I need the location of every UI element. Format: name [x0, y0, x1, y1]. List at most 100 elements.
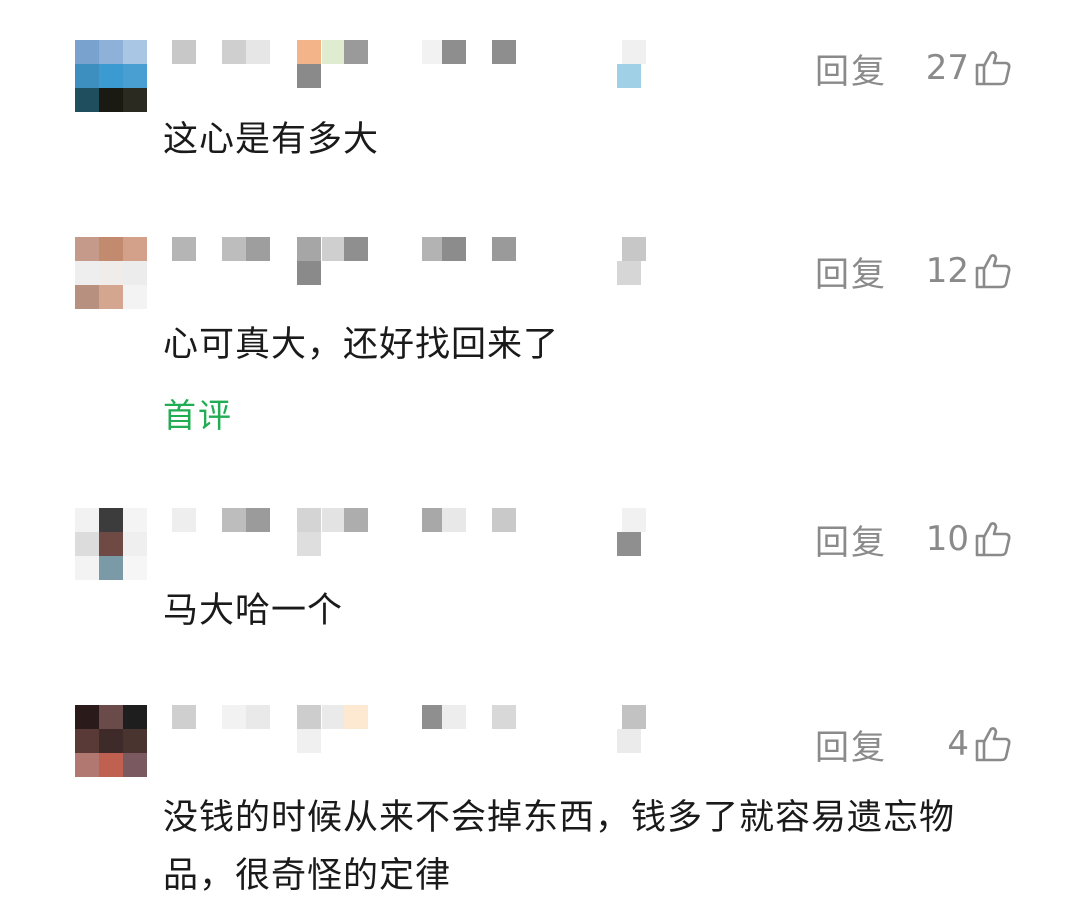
username-pixel — [622, 705, 646, 729]
thumbs-up-icon[interactable] — [973, 251, 1013, 291]
username-pixel — [617, 532, 641, 556]
avatar-pixel — [123, 261, 147, 285]
like-count: 10 — [925, 519, 969, 559]
username-pixel — [322, 508, 346, 532]
avatar-pixel — [123, 64, 147, 88]
username-pixel — [492, 40, 516, 64]
username-pixel — [297, 237, 321, 261]
comment-actions: 回复 27 — [815, 44, 1030, 92]
avatar[interactable] — [75, 705, 147, 777]
username-pixel — [322, 237, 346, 261]
thumbs-up-icon[interactable] — [973, 519, 1013, 559]
username-pixel — [297, 508, 321, 532]
avatar-pixel — [99, 508, 123, 532]
username-blurred[interactable] — [172, 40, 692, 100]
username-pixel — [617, 729, 641, 753]
username-blurred[interactable] — [172, 705, 692, 765]
avatar[interactable] — [75, 508, 147, 580]
username-pixel — [622, 40, 646, 64]
username-pixel — [344, 508, 368, 532]
username-pixel — [622, 237, 646, 261]
username-pixel — [344, 237, 368, 261]
username-pixel — [297, 729, 321, 753]
username-blurred[interactable] — [172, 237, 692, 297]
avatar-pixel — [75, 753, 99, 777]
username-pixel — [297, 705, 321, 729]
username-pixel — [246, 40, 270, 64]
avatar-pixel — [99, 705, 123, 729]
username-pixel — [344, 705, 368, 729]
thumbs-up-icon[interactable] — [973, 48, 1013, 88]
avatar-pixel — [123, 508, 147, 532]
username-pixel — [297, 40, 321, 64]
username-pixel — [322, 705, 346, 729]
avatar-pixel — [99, 40, 123, 64]
avatar-pixel — [75, 285, 99, 309]
avatar-pixel — [99, 532, 123, 556]
avatar-pixel — [99, 285, 123, 309]
username-pixel — [617, 261, 641, 285]
username-pixel — [222, 705, 246, 729]
avatar-pixel — [75, 729, 99, 753]
like-count: 12 — [925, 251, 969, 291]
username-pixel — [344, 40, 368, 64]
username-pixel — [617, 64, 641, 88]
avatar-pixel — [123, 40, 147, 64]
avatar-pixel — [123, 237, 147, 261]
username-pixel — [492, 237, 516, 261]
username-pixel — [246, 508, 270, 532]
comment-actions: 回复 10 — [815, 515, 1030, 563]
username-pixel — [492, 508, 516, 532]
avatar-pixel — [99, 753, 123, 777]
username-pixel — [222, 40, 246, 64]
avatar-pixel — [123, 532, 147, 556]
avatar[interactable] — [75, 237, 147, 309]
avatar-pixel — [123, 753, 147, 777]
like-count: 4 — [947, 724, 969, 764]
username-pixel — [297, 64, 321, 88]
reply-button[interactable]: 回复 — [815, 720, 911, 769]
comment-text: 心可真大，还好找回来了 — [163, 325, 560, 365]
username-pixel — [222, 508, 246, 532]
avatar-pixel — [123, 729, 147, 753]
avatar-pixel — [75, 64, 99, 88]
avatar-pixel — [75, 556, 99, 580]
avatar-pixel — [75, 88, 99, 112]
username-pixel — [297, 261, 321, 285]
avatar-pixel — [123, 88, 147, 112]
avatar-pixel — [75, 40, 99, 64]
avatar[interactable] — [75, 40, 147, 112]
avatar-pixel — [99, 261, 123, 285]
avatar-pixel — [75, 237, 99, 261]
reply-button[interactable]: 回复 — [815, 247, 911, 296]
username-pixel — [322, 40, 346, 64]
comment-text: 没钱的时候从来不会掉东西，钱多了就容易遗忘物品，很奇怪的定律 — [163, 798, 956, 896]
first-comment-badge: 首评 — [163, 396, 233, 435]
username-pixel — [442, 40, 466, 64]
avatar-pixel — [99, 64, 123, 88]
reply-button[interactable]: 回复 — [815, 515, 911, 564]
username-pixel — [622, 508, 646, 532]
comment-actions: 回复 12 — [815, 247, 1030, 295]
username-pixel — [172, 40, 196, 64]
reply-button[interactable]: 回复 — [815, 44, 911, 93]
avatar-pixel — [123, 285, 147, 309]
username-pixel — [172, 237, 196, 261]
username-pixel — [442, 705, 466, 729]
avatar-pixel — [99, 88, 123, 112]
username-pixel — [442, 508, 466, 532]
comment-actions: 回复 4 — [815, 720, 1030, 768]
like-count: 27 — [925, 48, 969, 88]
username-pixel — [172, 508, 196, 532]
thumbs-up-icon[interactable] — [973, 724, 1013, 764]
username-blurred[interactable] — [172, 508, 692, 568]
username-pixel — [222, 237, 246, 261]
avatar-pixel — [75, 705, 99, 729]
username-pixel — [297, 532, 321, 556]
username-pixel — [172, 705, 196, 729]
avatar-pixel — [123, 705, 147, 729]
username-pixel — [442, 237, 466, 261]
avatar-pixel — [99, 237, 123, 261]
avatar-pixel — [75, 532, 99, 556]
avatar-pixel — [75, 261, 99, 285]
